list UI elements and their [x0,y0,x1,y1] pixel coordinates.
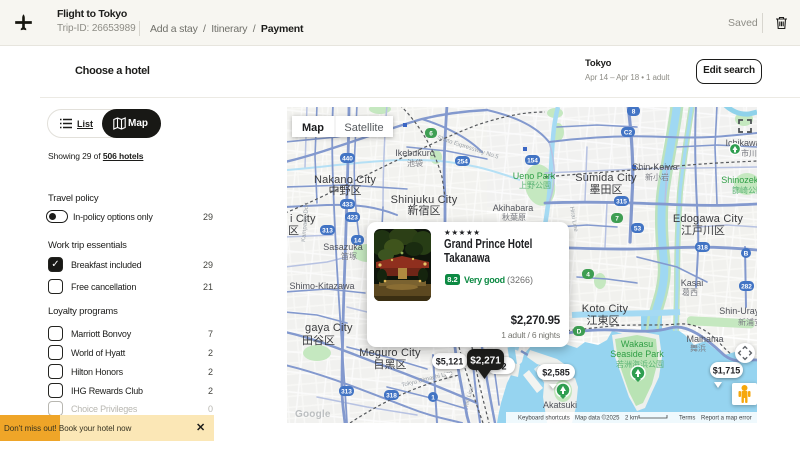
svg-text:Akatsuki: Akatsuki [543,400,577,410]
svg-text:笛塚: 笛塚 [341,251,357,261]
svg-text:舞浜: 舞浜 [690,343,706,353]
svg-text:D: D [577,329,582,336]
svg-text:Google: Google [295,409,331,420]
svg-text:Akihabara: Akihabara [493,203,534,213]
svg-text:8: 8 [632,109,636,116]
svg-text:Koto City: Koto City [582,303,629,315]
svg-text:Satellite: Satellite [344,122,383,134]
svg-text:江東区: 江東区 [587,314,620,327]
svg-text:433: 433 [342,202,353,209]
svg-text:池袋: 池袋 [407,158,423,168]
svg-text:440: 440 [342,156,353,163]
svg-text:墨田区: 墨田区 [590,183,623,196]
svg-text:$5,121: $5,121 [436,357,464,367]
svg-text:Sasazuka: Sasazuka [323,242,363,252]
svg-text:6: 6 [429,131,433,138]
svg-text:7: 7 [615,216,619,223]
svg-text:$2,271: $2,271 [470,356,501,367]
svg-text:4: 4 [586,272,590,279]
svg-text:318: 318 [697,245,708,252]
svg-text:Seaside Park: Seaside Park [610,349,664,359]
svg-text:Shin-Koiwa: Shin-Koiwa [632,162,678,172]
svg-text:Ueno Park: Ueno Park [513,171,556,181]
svg-text:Shinozeki P: Shinozeki P [721,175,757,185]
svg-text:$2,585: $2,585 [542,368,570,378]
svg-text:上野公園: 上野公園 [519,181,551,190]
svg-text:1: 1 [431,395,435,402]
svg-text:315: 315 [616,199,627,206]
svg-text:53: 53 [634,226,642,233]
svg-text:Wakasu: Wakasu [621,339,653,349]
svg-text:Keyboard shortcuts: Keyboard shortcuts [518,416,570,422]
svg-text:Edogawa City: Edogawa City [673,213,744,225]
svg-text:423: 423 [347,215,358,222]
svg-text:市川: 市川 [741,148,757,158]
svg-text:2 km: 2 km [625,416,638,422]
svg-text:中野区: 中野区 [329,184,362,197]
svg-text:254: 254 [457,159,468,166]
svg-text:B: B [744,251,749,258]
svg-text:Maihama: Maihama [686,334,723,344]
svg-text:Terms: Terms [679,416,695,422]
svg-text:313: 313 [341,389,352,396]
svg-text:gaya City: gaya City [305,322,353,334]
svg-text:Map: Map [302,122,324,134]
svg-text:313: 313 [322,228,333,235]
svg-text:田谷区: 田谷区 [302,334,335,347]
svg-text:新浦安: 新浦安 [738,317,757,327]
svg-text:Shin-Urayas: Shin-Urayas [719,306,757,316]
svg-text:C2: C2 [624,130,633,137]
svg-text:282: 282 [741,284,752,291]
svg-text:新小岩: 新小岩 [645,172,669,182]
svg-text:$1,715: $1,715 [713,366,741,376]
svg-text:区: 区 [288,225,299,237]
svg-text:目黑区: 目黑区 [374,358,407,371]
svg-text:Sumida City: Sumida City [575,172,637,184]
svg-text:新宿区: 新宿区 [408,203,441,217]
svg-text:Kasai: Kasai [681,278,704,288]
svg-text:Shimo-Kitazawa: Shimo-Kitazawa [289,281,354,291]
svg-text:篩崎公園: 篩崎公園 [732,185,757,195]
svg-text:葛西: 葛西 [682,287,698,297]
svg-text:Map data ©2025: Map data ©2025 [575,415,620,422]
svg-text:Meguro City: Meguro City [359,347,421,359]
svg-text:Report a map error: Report a map error [701,416,752,422]
svg-text:154: 154 [527,158,538,165]
svg-text:秋葉原: 秋葉原 [502,212,526,222]
svg-text:318: 318 [386,393,397,400]
svg-text:Ikebukuro: Ikebukuro [395,148,435,158]
svg-text:江戸川区: 江戸川区 [681,224,725,237]
